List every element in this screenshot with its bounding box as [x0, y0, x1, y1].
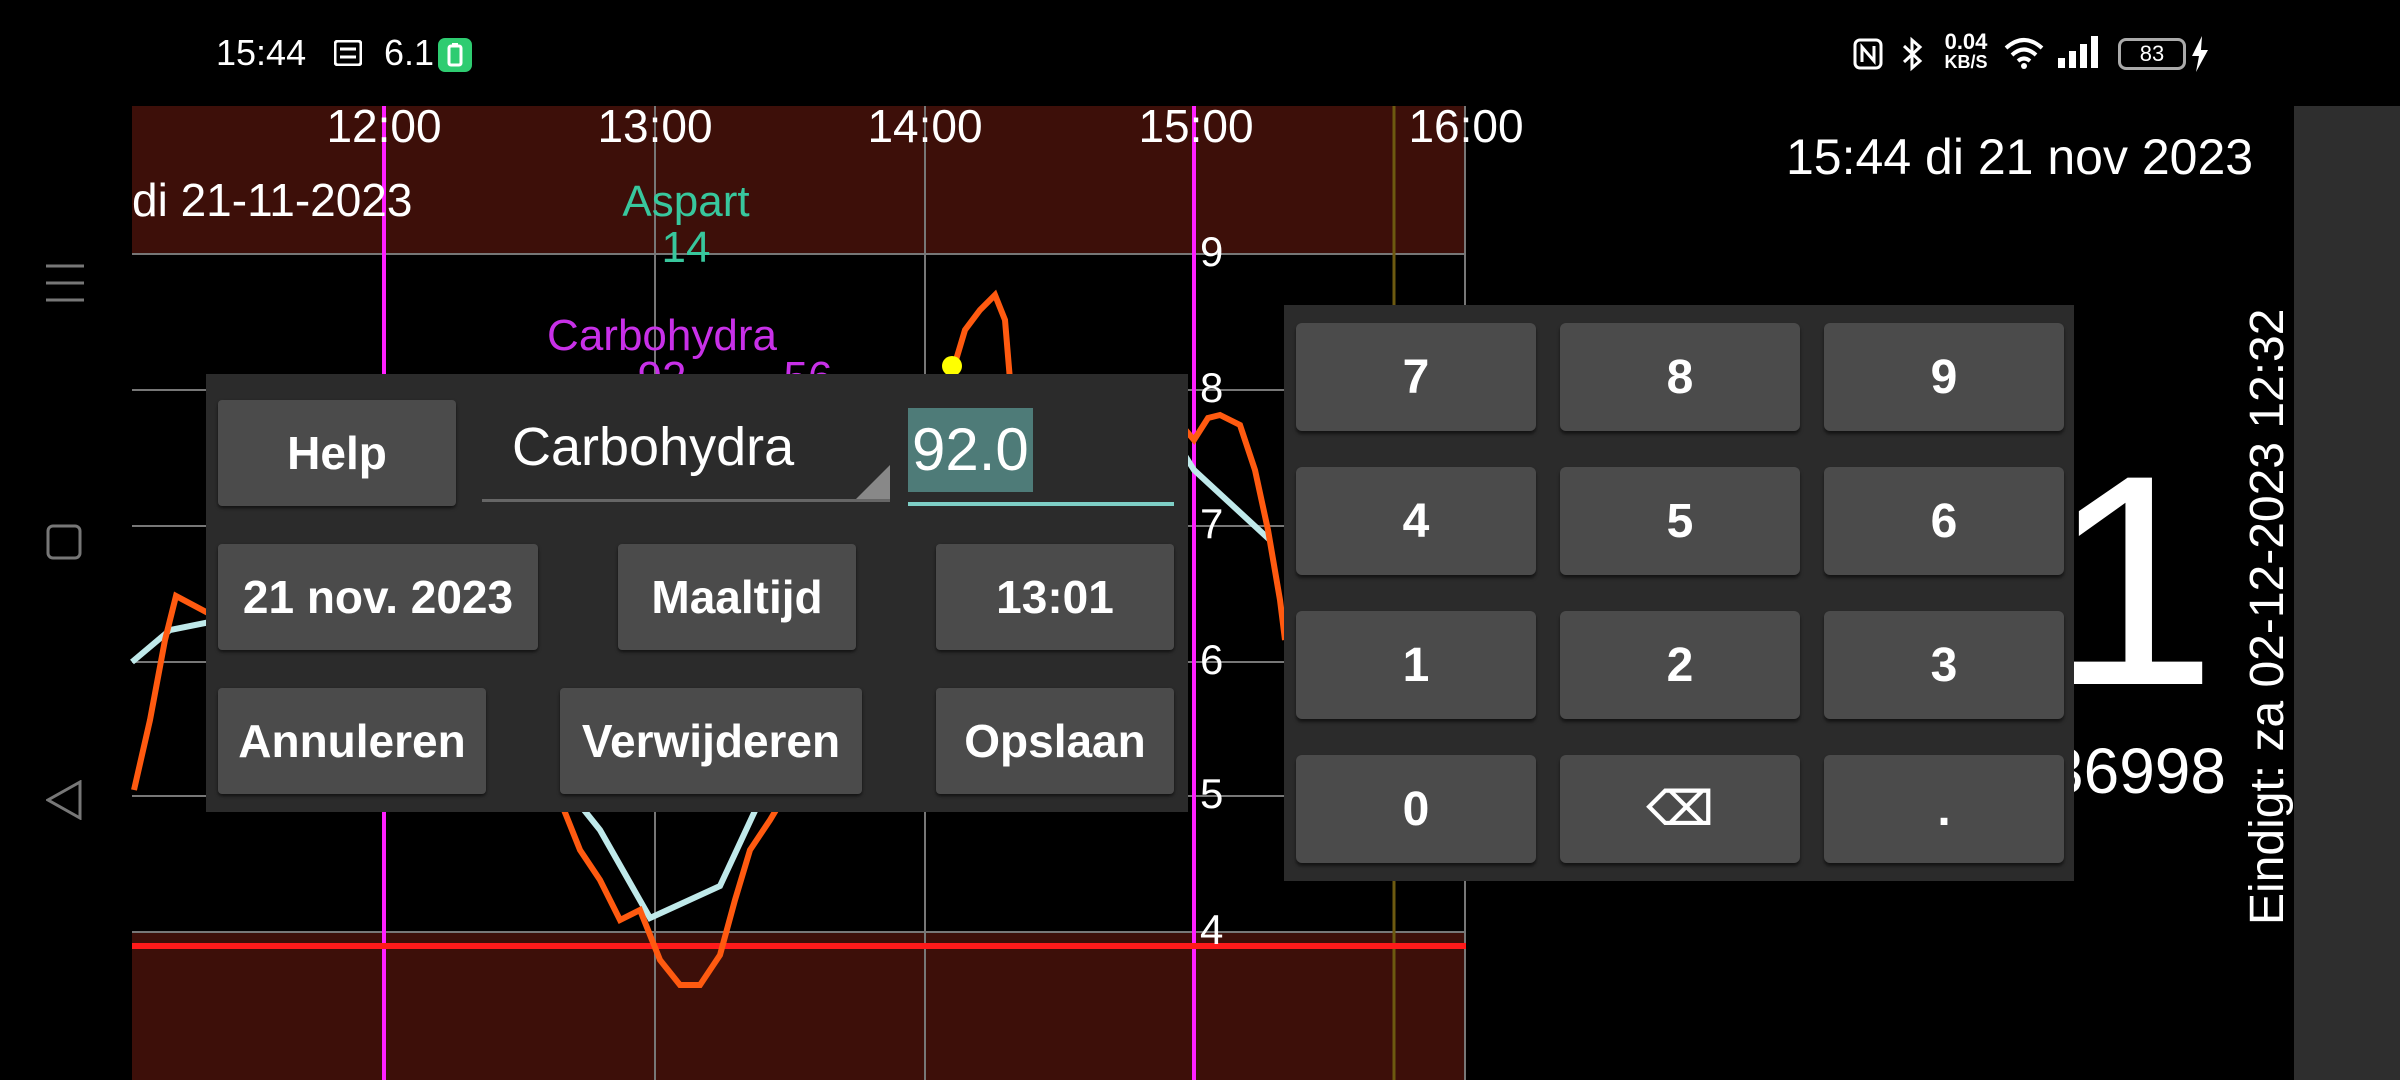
- time-tick-3: 15:00: [1138, 100, 1253, 152]
- y-tick-7: 7: [1200, 500, 1223, 547]
- backspace-key[interactable]: ⌫: [1560, 755, 1800, 863]
- side-strip: [2294, 106, 2400, 1080]
- key-2[interactable]: 2: [1560, 611, 1800, 719]
- cancel-button[interactable]: Annuleren: [218, 688, 486, 794]
- delete-button[interactable]: Verwijderen: [560, 688, 862, 794]
- insulin-value: 14: [662, 223, 711, 272]
- insulin-label: Aspart: [622, 177, 749, 226]
- current-point: [942, 356, 962, 376]
- numeric-keypad: 7 8 9 4 5 6 1 2 3 0 ⌫ .: [1284, 305, 2074, 881]
- dropdown-triangle-icon: [856, 465, 890, 499]
- y-tick-6: 6: [1200, 636, 1223, 683]
- meal-button[interactable]: Maaltijd: [618, 544, 856, 650]
- type-spinner-value: Carbohydra: [512, 416, 795, 477]
- y-tick-8: 8: [1200, 364, 1223, 411]
- key-1[interactable]: 1: [1296, 611, 1536, 719]
- y-tick-4: 4: [1200, 906, 1223, 953]
- number-fragment: 36998: [2048, 735, 2226, 807]
- time-button[interactable]: 13:01: [936, 544, 1174, 650]
- entry-dialog: Help Carbohydra 92.0 21 nov. 2023 Maalti…: [206, 374, 1188, 812]
- key-8[interactable]: 8: [1560, 323, 1800, 431]
- time-tick-1: 13:00: [597, 100, 712, 152]
- key-5[interactable]: 5: [1560, 467, 1800, 575]
- y-tick-5: 5: [1200, 770, 1223, 817]
- key-6[interactable]: 6: [1824, 467, 2064, 575]
- low-band: [132, 932, 1466, 1080]
- time-tick-0: 12:00: [326, 100, 441, 152]
- key-3[interactable]: 3: [1824, 611, 2064, 719]
- date-button[interactable]: 21 nov. 2023: [218, 544, 538, 650]
- key-9[interactable]: 9: [1824, 323, 2064, 431]
- time-tick-2: 14:00: [867, 100, 982, 152]
- key-4[interactable]: 4: [1296, 467, 1536, 575]
- amount-value: 92.0: [908, 408, 1033, 492]
- current-datetime: 15:44 di 21 nov 2023: [1786, 129, 2254, 185]
- backspace-icon: ⌫: [1646, 783, 1714, 836]
- graph-date-label: di 21-11-2023: [132, 174, 412, 226]
- y-tick-9: 9: [1200, 228, 1223, 275]
- help-button[interactable]: Help: [218, 400, 456, 506]
- big-value: 1: [2050, 412, 2217, 748]
- key-7[interactable]: 7: [1296, 323, 1536, 431]
- key-0[interactable]: 0: [1296, 755, 1536, 863]
- amount-input[interactable]: 92.0: [908, 398, 1174, 506]
- type-spinner[interactable]: Carbohydra: [482, 394, 890, 502]
- sensor-ends-label: Eindigt: za 02-12-2023 12:32: [2241, 308, 2294, 925]
- key-decimal[interactable]: .: [1824, 755, 2064, 863]
- save-button[interactable]: Opslaan: [936, 688, 1174, 794]
- time-tick-4: 16:00: [1408, 100, 1523, 152]
